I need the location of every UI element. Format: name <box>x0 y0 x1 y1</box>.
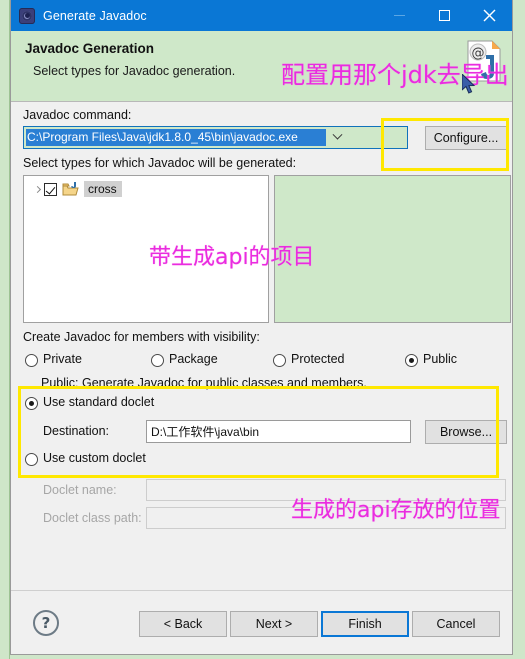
browse-button[interactable]: Browse... <box>425 420 507 444</box>
javadoc-command-value[interactable]: C:\Program Files\Java\jdk1.8.0_45\bin\ja… <box>26 129 326 146</box>
finish-button[interactable]: Finish <box>321 611 409 637</box>
radio-protected-label[interactable]: Protected <box>291 352 345 366</box>
radio-protected[interactable] <box>273 354 286 367</box>
minimize-button[interactable] <box>377 0 422 31</box>
radio-custom-doclet[interactable] <box>25 453 38 466</box>
dialog-footer: ? < Back Next > Finish Cancel <box>11 590 512 654</box>
dialog-title: Generate Javadoc <box>43 8 147 23</box>
radio-standard-doclet-label[interactable]: Use standard doclet <box>43 395 154 409</box>
visibility-description: Public: Generate Javadoc for public clas… <box>41 376 367 390</box>
gear-icon <box>19 7 35 24</box>
javadoc-command-label: Javadoc command: <box>23 108 132 122</box>
generate-javadoc-dialog: Generate Javadoc Javadoc Generation Sele… <box>10 0 513 655</box>
chevron-right-icon[interactable] <box>30 185 44 193</box>
tree-item-checkbox[interactable] <box>44 182 57 196</box>
radio-private[interactable] <box>25 354 38 367</box>
javadoc-command-combo[interactable]: C:\Program Files\Java\jdk1.8.0_45\bin\ja… <box>23 126 408 149</box>
visibility-label: Create Javadoc for members with visibili… <box>23 330 260 344</box>
help-icon[interactable]: ? <box>33 610 59 636</box>
radio-public-label[interactable]: Public <box>423 352 457 366</box>
radio-standard-doclet[interactable] <box>25 397 38 410</box>
dialog-titlebar[interactable]: Generate Javadoc <box>11 0 512 31</box>
cancel-button[interactable]: Cancel <box>412 611 500 637</box>
page-title: Javadoc Generation <box>25 41 155 56</box>
back-button[interactable]: < Back <box>139 611 227 637</box>
page-subtitle: Select types for Javadoc generation. <box>33 64 236 78</box>
radio-package-label[interactable]: Package <box>169 352 218 366</box>
annotation-project: 带生成api的项目 <box>149 245 315 270</box>
maximize-button[interactable] <box>422 0 467 31</box>
backdrop-left-strip <box>0 0 10 659</box>
doclet-name-label: Doclet name: <box>43 483 117 497</box>
project-folder-icon <box>62 181 79 197</box>
chevron-down-icon[interactable] <box>326 127 348 148</box>
select-types-label: Select types for which Javadoc will be g… <box>23 156 297 170</box>
annotation-destination: 生成的api存放的位置 <box>291 498 501 523</box>
destination-input[interactable]: D:\工作软件\java\bin <box>146 420 411 443</box>
radio-custom-doclet-label[interactable]: Use custom doclet <box>43 451 146 465</box>
doclet-classpath-label: Doclet class path: <box>43 511 142 525</box>
dialog-content: Javadoc command: C:\Program Files\Java\j… <box>11 102 512 654</box>
configure-button[interactable]: Configure... <box>425 126 507 150</box>
close-icon <box>483 9 496 22</box>
radio-private-label[interactable]: Private <box>43 352 82 366</box>
radio-public[interactable] <box>405 354 418 367</box>
close-button[interactable] <box>467 0 512 31</box>
backdrop-right-strip <box>513 0 525 659</box>
tree-row[interactable]: cross <box>30 180 122 198</box>
tree-item-label[interactable]: cross <box>84 181 122 197</box>
mouse-cursor <box>461 72 478 96</box>
next-button[interactable]: Next > <box>230 611 318 637</box>
destination-label: Destination: <box>43 424 110 438</box>
radio-package[interactable] <box>151 354 164 367</box>
